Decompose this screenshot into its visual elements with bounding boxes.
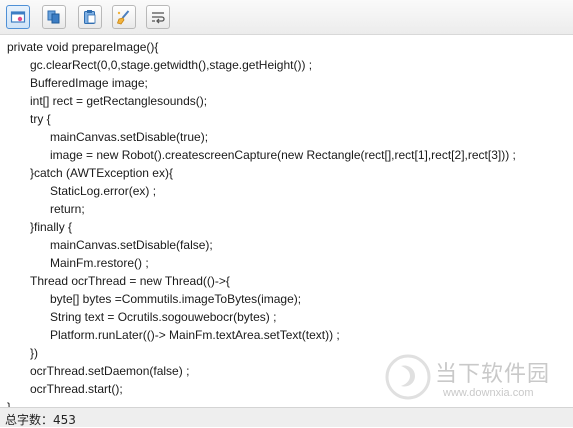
code-line: image = new Robot().createscreenCapture(… [50, 148, 516, 162]
clear-button[interactable] [112, 5, 136, 29]
paste-button[interactable] [78, 5, 102, 29]
word-count: 总字数：453 [5, 413, 76, 427]
code-line: MainFm.restore() ; [50, 256, 149, 270]
code-line: try { [30, 112, 51, 126]
word-wrap-icon [152, 12, 165, 24]
code-line: mainCanvas.setDisable(true); [50, 130, 209, 144]
watermark-url: www.downxia.com [443, 387, 534, 399]
code-line: ocrThread.start(); [30, 382, 123, 396]
clear-brush-icon [116, 10, 130, 25]
code-line: BufferedImage image; [30, 76, 148, 90]
paste-icon [84, 10, 96, 24]
screenshot-ocr-button[interactable] [6, 5, 30, 29]
code-line: mainCanvas.setDisable(false); [50, 238, 213, 252]
toolbar [0, 0, 573, 35]
code-line: StaticLog.error(ex) ; [50, 184, 157, 198]
downxia-logo-icon [385, 354, 431, 400]
watermark-name: 当下软件园 [435, 362, 551, 387]
code-line: byte[] bytes =Commutils.imageToBytes(ima… [50, 292, 302, 306]
status-bar: 总字数：453 [0, 407, 573, 427]
code-line: String text = Ocrutils.sogouwebocr(bytes… [50, 310, 277, 324]
code-line: return; [50, 202, 85, 216]
code-line: } [7, 400, 12, 407]
code-line: int[] rect = getRectanglesounds(); [30, 94, 208, 108]
watermark: 当下软件园 www.downxia.com [385, 352, 570, 407]
code-line: private void prepareImage(){ [7, 40, 159, 54]
code-line: ocrThread.setDaemon(false) ; [30, 364, 190, 378]
code-line: Thread ocrThread = new Thread(()->{ [30, 274, 230, 288]
code-line: }) [30, 346, 39, 360]
copy-icon [47, 10, 60, 24]
code-line: Platform.runLater(()-> MainFm.textArea.s… [50, 328, 340, 342]
code-line: gc.clearRect(0,0,stage.getwidth(),stage.… [30, 58, 313, 72]
copy-button[interactable] [42, 5, 66, 29]
word-wrap-button[interactable] [146, 5, 170, 29]
code-line: }catch (AWTException ex){ [30, 166, 173, 180]
screenshot-ocr-icon [10, 11, 26, 23]
code-line: }finally { [30, 220, 73, 234]
